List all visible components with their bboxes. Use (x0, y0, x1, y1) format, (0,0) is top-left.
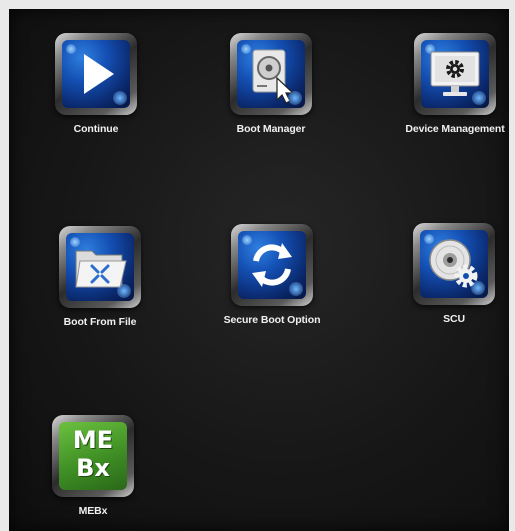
mebx-icon: ME Bx (59, 422, 127, 490)
boot-from-file-tile[interactable]: Boot From File (40, 226, 160, 328)
mebx-label: MEBx (78, 505, 108, 517)
boot-manager-button[interactable] (230, 33, 312, 115)
secure-boot-button[interactable] (231, 224, 313, 306)
boot-manager-label: Boot Manager (236, 123, 306, 135)
continue-tile[interactable]: Continue (36, 33, 156, 135)
scu-label: SCU (443, 313, 465, 325)
continue-label: Continue (73, 123, 119, 135)
device-management-tile[interactable]: Device Management (395, 33, 515, 135)
continue-button[interactable] (55, 33, 137, 115)
scu-tile[interactable]: SCU (394, 223, 514, 325)
boot-manager-icon (252, 49, 295, 104)
secure-boot-label: Secure Boot Option (223, 314, 321, 326)
scu-icon (429, 239, 478, 288)
mebx-icon-text-line1: ME (72, 426, 114, 454)
boot-manager-tile[interactable]: Boot Manager (211, 33, 331, 135)
boot-from-file-label: Boot From File (63, 316, 137, 328)
secure-boot-icon (252, 243, 292, 287)
scu-button[interactable] (413, 223, 495, 305)
device-management-label: Device Management (405, 123, 505, 135)
mebx-icon-text-line2: Bx (76, 454, 110, 482)
play-icon (84, 54, 114, 94)
device-management-icon (430, 51, 480, 96)
mebx-tile[interactable]: ME Bx MEBx (33, 415, 153, 517)
boot-from-file-button[interactable] (59, 226, 141, 308)
device-management-button[interactable] (414, 33, 496, 115)
boot-menu-screen: Continue Boot Manager Device Management … (9, 9, 509, 531)
secure-boot-tile[interactable]: Secure Boot Option (212, 224, 332, 326)
mebx-button[interactable]: ME Bx (52, 415, 134, 497)
boot-from-file-icon (75, 250, 127, 288)
